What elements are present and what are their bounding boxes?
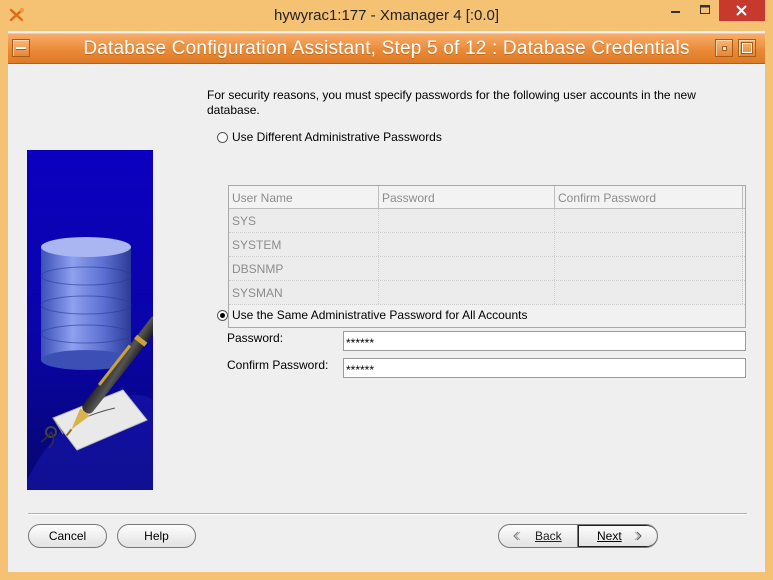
back-button-label: Back: [535, 529, 562, 543]
confirm-password-cell: [555, 281, 743, 304]
dialog-maximize-button[interactable]: [738, 39, 756, 57]
use-different-passwords-radio[interactable]: [217, 131, 228, 143]
column-header-password[interactable]: Password: [379, 186, 555, 208]
confirm-password-cell: [555, 257, 743, 280]
confirm-password-label: Confirm Password:: [227, 358, 329, 372]
password-cell: [379, 233, 555, 256]
confirm-password-field[interactable]: [343, 358, 746, 378]
iconify-button[interactable]: [715, 39, 733, 57]
button-bar-separator: [28, 513, 747, 515]
help-button[interactable]: Help: [117, 524, 196, 548]
chevron-left-icon: [513, 531, 521, 541]
user-name-cell: SYS: [229, 209, 379, 232]
use-same-password-radio[interactable]: [217, 309, 228, 321]
dialog-content: For security reasons, you must specify p…: [8, 64, 765, 572]
minimize-button[interactable]: [661, 0, 691, 21]
dialog-title-bar: Database Configuration Assistant, Step 5…: [8, 33, 765, 64]
password-field[interactable]: [343, 331, 746, 351]
close-button[interactable]: [719, 0, 765, 21]
table-row: SYS: [229, 209, 745, 233]
password-cell: [379, 209, 555, 232]
user-name-cell: SYSMAN: [229, 281, 379, 304]
dbca-window: Database Configuration Assistant, Step 5…: [8, 31, 765, 572]
table-row: DBSNMP: [229, 257, 745, 281]
maximize-button[interactable]: [691, 0, 719, 21]
table-header: User Name Password Confirm Password: [229, 186, 745, 209]
column-header-confirm-password[interactable]: Confirm Password: [555, 186, 743, 208]
back-button[interactable]: Back: [499, 525, 577, 547]
password-cell: [379, 257, 555, 280]
intro-text: For security reasons, you must specify p…: [207, 88, 696, 117]
database-pen-illustration: [27, 150, 153, 490]
use-same-password-label: Use the Same Administrative Password for…: [232, 308, 528, 322]
confirm-password-cell: [555, 209, 743, 232]
maximize-icon: [700, 5, 710, 14]
os-title-bar: hywyrac1:177 - Xmanager 4 [:0.0]: [0, 0, 773, 31]
confirm-password-cell: [555, 233, 743, 256]
chevron-right-icon: [634, 531, 642, 541]
use-different-passwords-label: Use Different Administrative Passwords: [232, 130, 442, 144]
use-different-passwords-option[interactable]: Use Different Administrative Passwords: [217, 130, 442, 144]
user-name-cell: DBSNMP: [229, 257, 379, 280]
accounts-table: User Name Password Confirm Password SYS …: [228, 185, 746, 328]
password-cell: [379, 281, 555, 304]
os-window-title: hywyrac1:177 - Xmanager 4 [:0.0]: [273, 7, 500, 24]
next-button[interactable]: Next: [577, 525, 657, 547]
dialog-title: Database Configuration Assistant, Step 5…: [83, 38, 690, 59]
next-button-label: Next: [597, 529, 622, 543]
user-name-cell: SYSTEM: [229, 233, 379, 256]
column-header-user-name[interactable]: User Name: [229, 186, 379, 208]
password-label: Password:: [227, 331, 284, 345]
minimize-icon: [671, 11, 680, 13]
table-row: SYSTEM: [229, 233, 745, 257]
cancel-button[interactable]: Cancel: [28, 524, 107, 548]
use-same-password-option[interactable]: Use the Same Administrative Password for…: [217, 308, 527, 322]
table-row: SYSMAN: [229, 281, 745, 305]
close-icon: [736, 5, 747, 16]
navigation-buttons: Back Next: [498, 524, 658, 548]
